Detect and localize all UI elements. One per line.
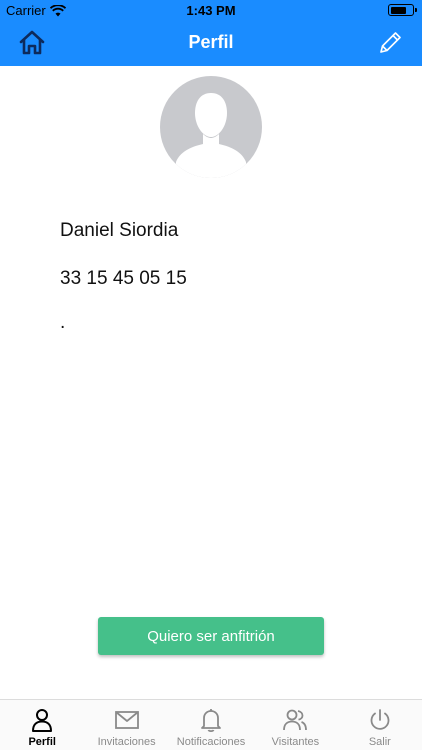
battery-level-fill — [390, 6, 406, 14]
become-host-button[interactable]: Quiero ser anfitrión — [98, 617, 324, 655]
tab-label: Invitaciones — [97, 736, 156, 748]
battery-icon — [388, 4, 417, 16]
edit-profile-button[interactable] — [376, 29, 404, 57]
tab-invitaciones[interactable]: Invitaciones — [84, 700, 168, 750]
person-icon — [32, 709, 53, 732]
users-icon — [283, 709, 308, 731]
mail-icon — [114, 711, 139, 729]
tab-bar: Perfil Invitaciones Notificaciones Visit… — [0, 699, 422, 750]
avatar[interactable] — [160, 76, 262, 178]
profile-name: Daniel Siordia — [60, 220, 179, 241]
power-icon — [370, 709, 390, 730]
tab-label: Salir — [368, 736, 391, 748]
profile-extra-field: . — [60, 312, 66, 333]
tab-label: Notificaciones — [176, 736, 246, 748]
tab-notificaciones[interactable]: Notificaciones — [169, 700, 253, 750]
tab-label: Perfil — [28, 736, 56, 748]
status-time: 1:43 PM — [186, 3, 236, 18]
tab-label: Visitantes — [271, 736, 320, 748]
status-bar: Carrier 1:43 PM — [0, 0, 422, 20]
person-silhouette-icon — [176, 93, 246, 178]
bell-icon — [201, 709, 221, 733]
edit-icon — [380, 32, 401, 53]
tab-visitantes[interactable]: Visitantes — [253, 700, 337, 750]
tab-salir[interactable]: Salir — [338, 700, 422, 750]
tab-perfil[interactable]: Perfil — [0, 700, 84, 750]
page-title: Perfil — [188, 32, 234, 52]
profile-phone: 33 15 45 05 15 — [60, 268, 187, 289]
navigation-bar: Perfil — [0, 20, 422, 66]
